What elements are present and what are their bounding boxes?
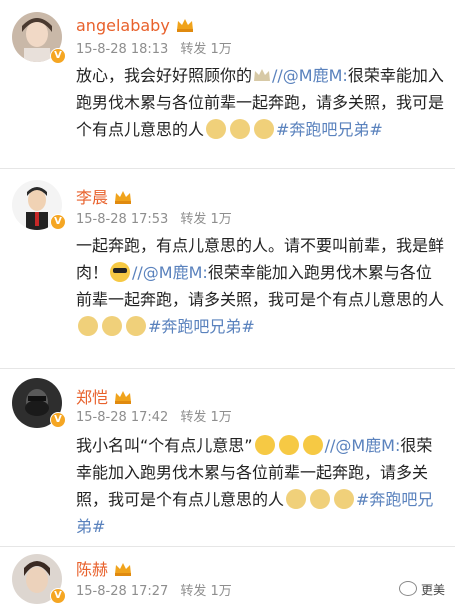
doge-emoji-icon bbox=[206, 119, 227, 139]
hashtag-link[interactable]: #奔跑吧兄弟# bbox=[148, 317, 255, 336]
post-author[interactable]: 郑恺 bbox=[76, 384, 132, 408]
repost-count[interactable]: 转发 1万 bbox=[180, 410, 231, 425]
mention-link[interactable]: //@M鹿M: bbox=[272, 66, 348, 85]
doge-emoji-icon bbox=[102, 316, 122, 336]
author-name[interactable]: angelababy bbox=[76, 16, 170, 35]
mention-link[interactable]: //@M鹿M: bbox=[132, 263, 208, 282]
grin-emoji-icon bbox=[278, 435, 299, 455]
doge-emoji-icon bbox=[126, 316, 146, 336]
doge-emoji-icon bbox=[230, 119, 251, 139]
post-divider bbox=[0, 168, 455, 169]
watermark: 更美 bbox=[398, 581, 445, 598]
post-divider bbox=[0, 368, 455, 369]
doge-emoji-icon bbox=[310, 489, 331, 509]
author-name[interactable]: 陈赫 bbox=[76, 560, 108, 579]
post-meta: 15-8-28 17:53 转发 1万 bbox=[76, 208, 244, 227]
watermark-text: 更美 bbox=[420, 583, 445, 597]
repost-count[interactable]: 转发 1万 bbox=[180, 212, 231, 227]
post-author[interactable]: 李晨 bbox=[76, 184, 132, 208]
doge-emoji-icon bbox=[78, 316, 98, 336]
crown-emoji-icon bbox=[254, 69, 271, 81]
post-author[interactable]: angelababy bbox=[76, 16, 194, 35]
verified-badge-icon: V bbox=[50, 412, 66, 428]
sunglasses-emoji-icon bbox=[110, 262, 131, 282]
vip-crown-icon bbox=[115, 391, 132, 404]
grin-emoji-icon bbox=[254, 435, 275, 455]
post-body: 放心，我会好好照顾你的//@M鹿M:很荣幸能加入跑男伐木累与各位前辈一起奔跑，请… bbox=[76, 62, 446, 143]
post-text: 我小名叫“个有点儿意思” bbox=[76, 436, 253, 455]
post-time: 15-8-28 17:53 bbox=[76, 212, 169, 227]
hashtag-link[interactable]: #奔跑吧兄弟# bbox=[276, 120, 383, 139]
author-name[interactable]: 郑恺 bbox=[76, 388, 108, 407]
verified-badge-icon: V bbox=[50, 214, 66, 230]
post-time: 15-8-28 17:42 bbox=[76, 410, 169, 425]
wechat-icon bbox=[398, 581, 417, 596]
doge-emoji-icon bbox=[334, 489, 355, 509]
vip-crown-icon bbox=[115, 563, 132, 576]
post-meta: 15-8-28 17:27 转发 1万 bbox=[76, 580, 244, 599]
vip-crown-icon bbox=[176, 19, 193, 32]
author-name[interactable]: 李晨 bbox=[76, 188, 108, 207]
post-text: 放心，我会好好照顾你的 bbox=[76, 66, 253, 85]
verified-badge-icon: V bbox=[50, 48, 66, 64]
repost-count[interactable]: 转发 1万 bbox=[180, 42, 231, 57]
post-body: 一起奔跑，有点儿意思的人。请不要叫前辈，我是鲜肉！//@M鹿M:很荣幸能加入跑男… bbox=[76, 232, 446, 340]
post-meta: 15-8-28 17:42 转发 1万 bbox=[76, 406, 244, 425]
post-time: 15-8-28 17:27 bbox=[76, 584, 169, 599]
grin-emoji-icon bbox=[302, 435, 323, 455]
mention-link[interactable]: //@M鹿M: bbox=[325, 436, 401, 455]
post-author[interactable]: 陈赫 bbox=[76, 556, 132, 580]
verified-badge-icon: V bbox=[50, 588, 66, 604]
doge-emoji-icon bbox=[254, 119, 275, 139]
post-divider bbox=[0, 546, 455, 547]
post-meta: 15-8-28 18:13 转发 1万 bbox=[76, 38, 244, 57]
post-body: 我小名叫“个有点儿意思”//@M鹿M:很荣幸能加入跑男伐木累与各位前辈一起奔跑，… bbox=[76, 432, 446, 540]
vip-crown-icon bbox=[115, 191, 132, 204]
post-time: 15-8-28 18:13 bbox=[76, 42, 169, 57]
repost-count[interactable]: 转发 1万 bbox=[180, 584, 231, 599]
doge-emoji-icon bbox=[286, 489, 307, 509]
